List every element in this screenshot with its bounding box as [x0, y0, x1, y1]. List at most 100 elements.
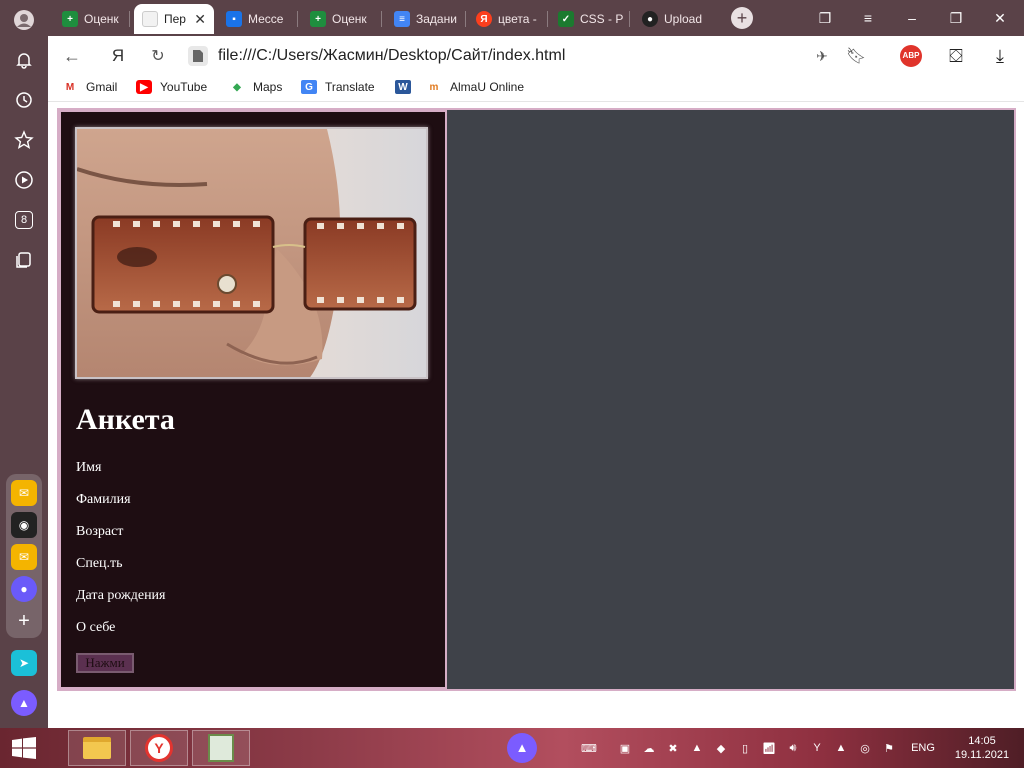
- flag-icon[interactable]: ⚑: [881, 740, 897, 756]
- file-icon: [188, 46, 208, 66]
- mail-app-icon[interactable]: ✉: [11, 480, 37, 506]
- new-tab-button[interactable]: +: [731, 7, 753, 29]
- cloud-icon[interactable]: ☁: [641, 740, 657, 756]
- cam-app-icon[interactable]: ◉: [11, 512, 37, 538]
- sheets-icon: +: [310, 11, 326, 27]
- yandex-logo-icon[interactable]: Я: [108, 46, 128, 66]
- bookmark-icon[interactable]: 🔖︎: [846, 46, 866, 66]
- back-icon[interactable]: ←: [62, 46, 82, 66]
- tab-5[interactable]: ≡ Задани: [386, 4, 466, 34]
- tab-manager-icon[interactable]: ❐: [815, 8, 835, 28]
- volume-icon[interactable]: 🔊︎: [785, 740, 801, 756]
- tab-label: Оценк: [84, 12, 119, 26]
- yandex-icon: Я: [476, 11, 492, 27]
- profile-icon[interactable]: [0, 0, 48, 40]
- close-window-icon[interactable]: ✕: [990, 8, 1010, 28]
- sheets-icon: +: [62, 11, 78, 27]
- page-viewport: Анкета Имя Фамилия Возраст Спец.ть Дата …: [48, 102, 1024, 728]
- notifications-icon[interactable]: [0, 40, 48, 80]
- submit-button[interactable]: Нажми: [76, 653, 134, 673]
- page-title: Анкета: [76, 403, 175, 436]
- mail-app-icon-2[interactable]: ✉: [11, 544, 37, 570]
- collections-icon[interactable]: [0, 240, 48, 280]
- field-label-specialty: Спец.ть: [76, 556, 123, 571]
- disk-icon[interactable]: ▲: [833, 740, 849, 756]
- app-x-icon[interactable]: ✖: [665, 740, 681, 756]
- word-icon: W: [395, 80, 411, 94]
- file-explorer-task[interactable]: [68, 730, 126, 766]
- add-app-icon[interactable]: +: [11, 608, 37, 634]
- sidebar-badge: 8: [15, 211, 33, 229]
- tab-7[interactable]: ✓ CSS - P: [550, 4, 630, 34]
- clock[interactable]: 14:05 19.11.2021: [946, 734, 1018, 762]
- field-label-surname: Фамилия: [76, 492, 131, 507]
- page-icon: [142, 11, 158, 27]
- reload-icon[interactable]: ↻: [148, 46, 168, 66]
- media-play-icon[interactable]: [0, 160, 48, 200]
- network-icon[interactable]: 📶︎: [761, 740, 777, 756]
- notepad-task[interactable]: [192, 730, 250, 766]
- field-label-name: Имя: [76, 460, 102, 475]
- tab-8[interactable]: ● Upload: [634, 4, 714, 34]
- restore-icon[interactable]: ❐: [946, 8, 966, 28]
- sunglasses-portrait-image: [77, 129, 426, 377]
- github-icon: ●: [642, 11, 658, 27]
- tab-6[interactable]: Я цвета -: [468, 4, 548, 34]
- maps-icon: ◆: [233, 81, 241, 93]
- messenger-app-icon[interactable]: ●: [11, 576, 37, 602]
- bookmark-label: YouTube: [160, 80, 208, 94]
- field-label-age: Возраст: [76, 524, 124, 539]
- badge-icon[interactable]: 8: [0, 200, 48, 240]
- device-icon[interactable]: ▯: [737, 740, 753, 756]
- field-label-about: О себе: [76, 620, 116, 635]
- css-icon: ✓: [558, 11, 574, 27]
- send-app-icon[interactable]: ➤: [11, 650, 37, 676]
- language-indicator[interactable]: ENG: [910, 740, 936, 756]
- keyboard-icon[interactable]: ⌨: [575, 740, 603, 756]
- favorites-icon[interactable]: [0, 120, 48, 160]
- bookmark-translate[interactable]: G Translate: [301, 80, 375, 94]
- messenger-icon: ▪: [226, 11, 242, 27]
- windows-start-icon[interactable]: [12, 737, 36, 759]
- field-label-birthdate: Дата рождения: [76, 588, 166, 603]
- translate-icon: G: [301, 80, 317, 94]
- menu-icon[interactable]: ≡: [858, 8, 878, 28]
- docs-icon: ≡: [394, 11, 410, 27]
- yandex-browser-icon: Y: [145, 734, 173, 762]
- epic-icon[interactable]: ▣: [617, 740, 633, 756]
- bookmark-youtube[interactable]: ▶ YouTube: [136, 80, 207, 94]
- history-icon[interactable]: [0, 80, 48, 120]
- extension-icon[interactable]: ⛋: [946, 46, 966, 66]
- url-field[interactable]: file:///C:/Users/Жасмин/Desktop/Сайт/ind…: [188, 44, 788, 68]
- tab-1[interactable]: + Оценк: [54, 4, 130, 34]
- tab-4[interactable]: + Оценк: [302, 4, 382, 34]
- tab-label: Пер: [164, 12, 186, 26]
- tab-2-active[interactable]: Пер ✕: [134, 4, 214, 34]
- adobe-icon[interactable]: ▲: [689, 740, 705, 756]
- minimize-icon[interactable]: –: [902, 8, 922, 28]
- clock-time: 14:05: [968, 735, 996, 747]
- close-tab-icon[interactable]: ✕: [194, 11, 206, 28]
- download-icon[interactable]: ⤓: [990, 46, 1010, 66]
- alice-taskbar-icon[interactable]: ▲: [507, 733, 537, 763]
- update-icon[interactable]: ◎: [857, 740, 873, 756]
- tab-3[interactable]: ▪ Мессе: [218, 4, 298, 34]
- bookmark-word[interactable]: W: [395, 80, 411, 94]
- alice-assistant-icon[interactable]: ▲: [11, 690, 37, 716]
- folder-icon: [83, 737, 111, 759]
- bookmark-almau[interactable]: m AlmaU Online: [426, 80, 524, 94]
- yandex-browser-task[interactable]: Y: [130, 730, 188, 766]
- address-bar: ← Я ↻ file:///C:/Users/Жасмин/Desktop/Са…: [48, 36, 1024, 76]
- adblock-icon[interactable]: ABP: [900, 45, 922, 67]
- tab-label: Задани: [416, 12, 457, 26]
- windows-taskbar: Y ▲ ⌨ ▣ ☁ ✖ ▲ ◆ ▯ 📶︎ 🔊︎ Y ▲ ◎ ⚑ ENG 14:0…: [0, 728, 1024, 768]
- tab-label: Мессе: [248, 12, 284, 26]
- protect-icon[interactable]: ✈: [812, 46, 832, 66]
- yandex-tray-icon[interactable]: Y: [809, 740, 825, 756]
- tab-label: Upload: [664, 12, 703, 26]
- bookmark-label: Maps: [253, 80, 283, 94]
- acrobat-icon[interactable]: ◆: [713, 740, 729, 756]
- bookmark-maps[interactable]: ◆ Maps: [229, 80, 282, 94]
- bookmark-gmail[interactable]: M Gmail: [62, 80, 118, 94]
- youtube-icon: ▶: [136, 80, 152, 94]
